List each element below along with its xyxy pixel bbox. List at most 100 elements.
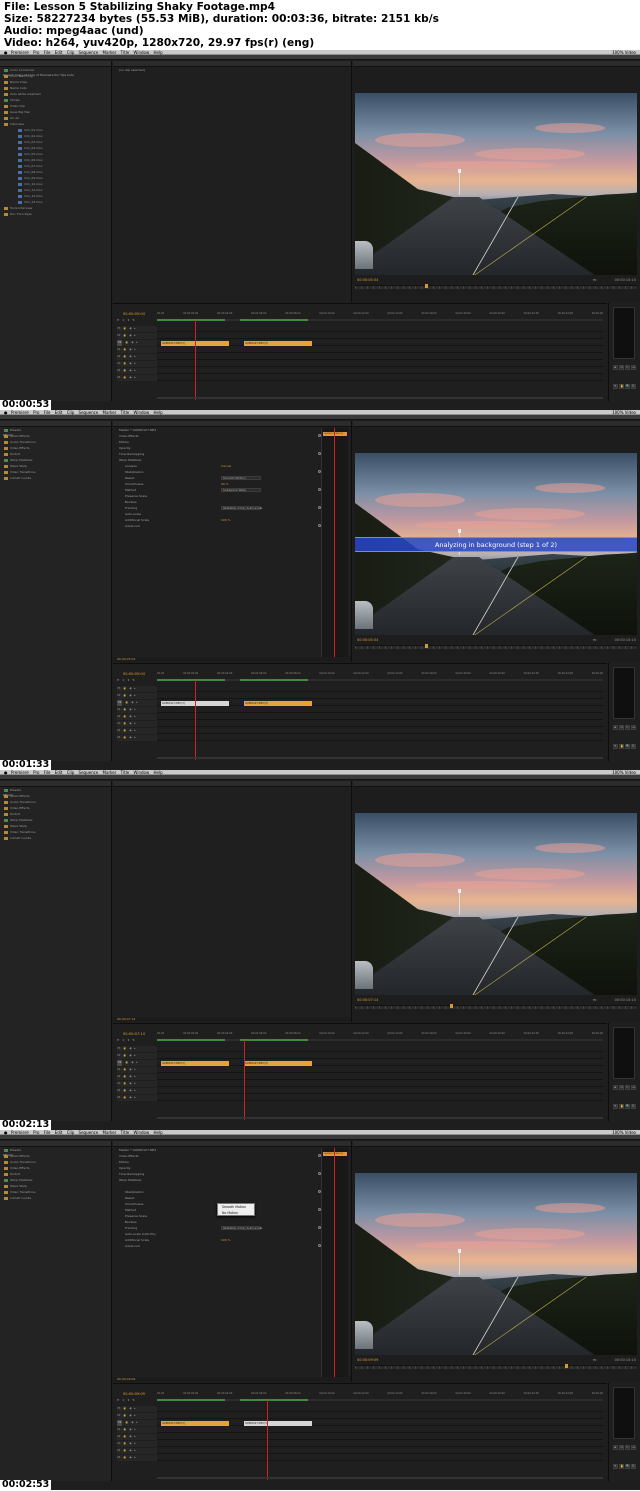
tool-button[interactable]: ✎ — [613, 384, 618, 389]
track-header[interactable]: A1 🔒 ◉ ▸ — [117, 1427, 157, 1433]
timeline-playhead[interactable] — [267, 1400, 268, 1480]
tool-button[interactable]: 🔍 — [625, 744, 630, 749]
track-header[interactable]: A2 🔒 ◉ ▸ — [117, 714, 157, 720]
effect-dropdown[interactable]: Smooth Motion — [221, 476, 261, 480]
tool-button[interactable]: ✎ — [613, 1104, 618, 1109]
program-scrubber[interactable] — [355, 1004, 637, 1009]
tool-button[interactable]: 🔍 — [625, 1104, 630, 1109]
track-header[interactable]: A5 🔒 ◉ ▸ — [117, 375, 157, 381]
timeline-clip[interactable]: GOPR0127.MP4 [V] — [244, 1061, 312, 1066]
tool-button[interactable]: ⎘ — [631, 384, 636, 389]
tool-button[interactable]: ⇔ — [619, 725, 624, 730]
track-header[interactable]: A5 🔒 ◉ ▸ — [117, 1095, 157, 1101]
video-viewer[interactable] — [355, 93, 637, 275]
timeline-clip[interactable]: GOPR0127.MP4 [V] — [244, 341, 312, 346]
track-header[interactable]: A4 🔒 ◉ ▸ — [117, 1088, 157, 1094]
video-viewer[interactable]: Analyzing in background (step 1 of 2) — [355, 453, 637, 635]
tool-button[interactable]: ✎ — [613, 744, 618, 749]
ec-clip-bar[interactable]: GOPR0127.MP4 [V] — [323, 432, 347, 436]
effect-dropdown[interactable]: Stabilize, Crop, Auto-scale — [221, 1226, 262, 1230]
timeline-playhead[interactable] — [195, 680, 196, 760]
tool-button[interactable]: ✋ — [619, 1104, 624, 1109]
track-header[interactable]: V3 🔒 ◉ ▸ — [117, 326, 157, 332]
program-scrubber[interactable] — [355, 644, 637, 649]
timeline-clip[interactable]: GOPR0127.MP4 [V] — [244, 701, 312, 706]
tool-button[interactable]: ⇔ — [619, 365, 624, 370]
track-header[interactable]: V2 🔒 ◉ ▸ — [117, 333, 157, 339]
wrench-icon[interactable]: ✎ — [132, 1038, 135, 1042]
track-header[interactable]: V3 🔒 ◉ ▸ — [117, 686, 157, 692]
tool-button[interactable]: ✂ — [625, 1445, 630, 1450]
tool-button[interactable]: ↔ — [631, 1445, 636, 1450]
timeline-scrollbar[interactable] — [157, 1117, 603, 1119]
work-area-bar[interactable] — [157, 1039, 603, 1041]
timeline-timecode[interactable]: 00:00:05:04 — [123, 672, 145, 676]
track-header[interactable]: A1 🔒 ◉ ▸ — [117, 347, 157, 353]
track-header[interactable]: V2 🔒 ◉ ▸ — [117, 1053, 157, 1059]
timeline-timecode[interactable]: 00:00:07:14 — [123, 1032, 145, 1036]
tool-button[interactable]: ✂ — [625, 365, 630, 370]
track-header[interactable]: A1 🔒 ◉ ▸ — [117, 707, 157, 713]
track-header[interactable]: A2 🔒 ◉ ▸ — [117, 1434, 157, 1440]
program-playhead[interactable] — [425, 644, 428, 648]
timeline-playhead[interactable] — [195, 320, 196, 400]
timeline-ruler[interactable]: 00:00 00:00:02:00 00:00:04:00 00:00:06:0… — [157, 1032, 603, 1038]
track-header[interactable]: A1 🔒 ◉ ▸ — [117, 1067, 157, 1073]
video-viewer[interactable] — [355, 1173, 637, 1355]
tool-button[interactable]: ▸ — [613, 725, 618, 730]
track-header[interactable]: A4 🔒 ◉ ▸ — [117, 368, 157, 374]
zoom-fit-dropdown[interactable]: Fit — [593, 638, 597, 642]
menu-item[interactable]: No Motion — [218, 1210, 254, 1216]
track-header[interactable]: V3 🔒 ◉ ▸ — [117, 1406, 157, 1412]
timeline-ruler[interactable]: 00:00 00:00:02:00 00:00:04:00 00:00:06:0… — [157, 1392, 603, 1398]
track-header[interactable]: A5 🔒 ◉ ▸ — [117, 735, 157, 741]
tool-button[interactable]: ⎘ — [631, 1104, 636, 1109]
timeline-scrollbar[interactable] — [157, 397, 603, 399]
effect-property-row[interactable]: Advanced — [113, 1243, 351, 1249]
wrench-icon[interactable]: ✎ — [132, 678, 135, 682]
effect-property-row[interactable]: Advanced — [113, 523, 351, 529]
program-scrubber[interactable] — [355, 1364, 637, 1369]
track-header[interactable]: A3 🔒 ◉ ▸ — [117, 1081, 157, 1087]
track-header[interactable]: A2 🔒 ◉ ▸ — [117, 1074, 157, 1080]
zoom-fit-dropdown[interactable]: Fit — [593, 998, 597, 1002]
zoom-fit-dropdown[interactable]: Fit — [593, 278, 597, 282]
video-viewer[interactable] — [355, 813, 637, 995]
panel-list-item[interactable]: Lumetri Looks — [0, 1195, 111, 1201]
program-playhead[interactable] — [450, 1004, 453, 1008]
work-area-bar[interactable] — [157, 319, 603, 321]
timeline-clip[interactable]: GOPR0127.MP4 [V] — [161, 1061, 229, 1066]
timeline-clip[interactable]: GOPR0127.MP4 [V] — [161, 1421, 229, 1426]
program-timecode[interactable]: 00:00:07:14 — [357, 998, 378, 1002]
timeline-playhead[interactable] — [244, 1040, 245, 1120]
tool-button[interactable]: ✋ — [619, 384, 624, 389]
tool-button[interactable]: ✋ — [619, 744, 624, 749]
work-area-bar[interactable] — [157, 1399, 603, 1401]
zoom-fit-dropdown[interactable]: Fit — [593, 1358, 597, 1362]
tool-button[interactable]: ✂ — [625, 725, 630, 730]
tool-button[interactable]: ↔ — [631, 365, 636, 370]
ec-playhead[interactable] — [334, 428, 335, 658]
track-header[interactable]: V3 🔒 ◉ ▸ — [117, 1046, 157, 1052]
tool-button[interactable]: ✋ — [619, 1464, 624, 1469]
panel-list-item[interactable]: Doc Thru Eyes — [0, 211, 111, 217]
panel-list-item[interactable]: Lumetri Looks — [0, 475, 111, 481]
tool-button[interactable]: 🔍 — [625, 1464, 630, 1469]
track-header[interactable]: A3 🔒 ◉ ▸ — [117, 1441, 157, 1447]
tool-button[interactable]: 🔍 — [625, 384, 630, 389]
ec-clip-bar[interactable]: GOPR0127.MP4 [V] — [323, 1152, 347, 1156]
program-timecode[interactable]: 00:00:09:09 — [357, 1358, 378, 1362]
program-playhead[interactable] — [565, 1364, 568, 1368]
track-header[interactable]: A4 🔒 ◉ ▸ — [117, 1448, 157, 1454]
tool-button[interactable]: ⇔ — [619, 1445, 624, 1450]
program-timecode[interactable]: 00:00:05:04 — [357, 278, 378, 282]
tool-button[interactable]: ↔ — [631, 1085, 636, 1090]
program-timecode[interactable]: 00:00:05:04 — [357, 638, 378, 642]
tool-button[interactable]: ▸ — [613, 1445, 618, 1450]
tool-button[interactable]: ↔ — [631, 725, 636, 730]
program-scrubber[interactable] — [355, 284, 637, 289]
timeline-ruler[interactable]: 00:00 00:00:02:00 00:00:04:00 00:00:06:0… — [157, 672, 603, 678]
timeline-scrollbar[interactable] — [157, 757, 603, 759]
timeline-timecode[interactable]: 00:00:09:09 — [123, 1392, 145, 1396]
timeline-timecode[interactable]: 00:00:05:04 — [123, 312, 145, 316]
